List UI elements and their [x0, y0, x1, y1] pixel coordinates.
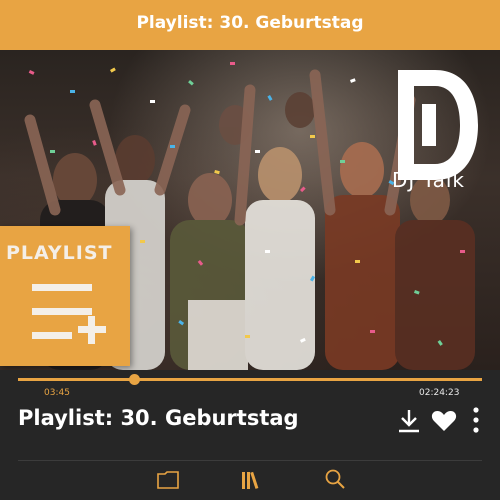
- playlist-add-icon: [32, 284, 106, 344]
- search-icon[interactable]: [324, 468, 346, 490]
- player-divider: [18, 460, 482, 461]
- folder-icon[interactable]: [156, 470, 180, 490]
- progress-bar[interactable]: [18, 378, 482, 381]
- playlist-badge: PLAYLIST: [0, 226, 130, 366]
- dj-talk-logo-text: DJ Talk: [392, 168, 465, 192]
- total-time: 02:24:23: [419, 388, 460, 398]
- track-title: Playlist: 30. Geburtstag: [18, 406, 299, 430]
- current-time: 03:45: [44, 388, 70, 398]
- progress-thumb[interactable]: [129, 374, 140, 385]
- more-vertical-icon[interactable]: [472, 406, 480, 434]
- library-icon[interactable]: [240, 469, 262, 491]
- download-icon[interactable]: [397, 408, 421, 434]
- page-title: Playlist: 30. Geburtstag: [136, 13, 364, 33]
- heart-icon[interactable]: [431, 410, 457, 432]
